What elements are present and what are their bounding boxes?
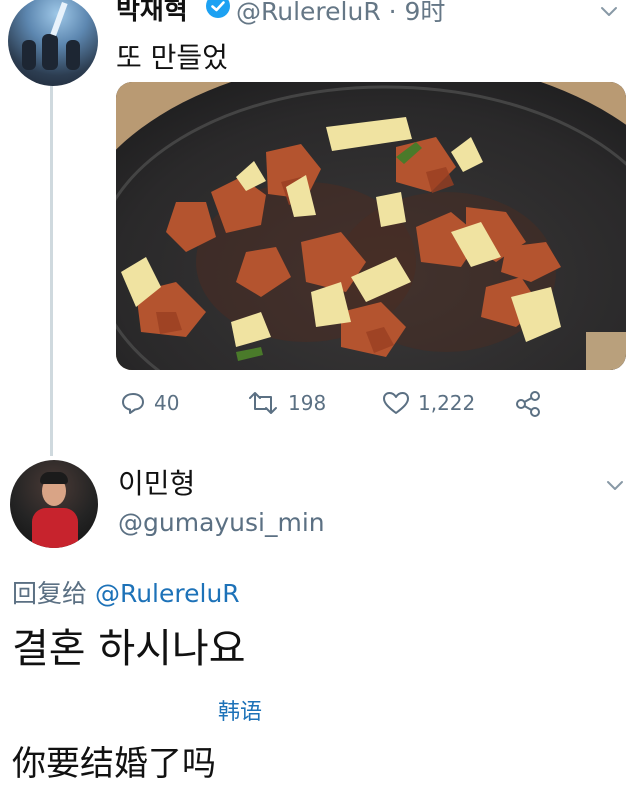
author-name[interactable]: 이민형 bbox=[118, 462, 195, 502]
avatar[interactable] bbox=[10, 460, 98, 548]
avatar[interactable] bbox=[8, 0, 98, 86]
replying-to: 回复给 @RulereluR bbox=[12, 574, 240, 610]
reply-button[interactable]: 40 bbox=[120, 390, 179, 416]
chevron-down-icon[interactable] bbox=[604, 474, 626, 496]
handle-and-time: @RulereluR · 9时 bbox=[236, 0, 446, 26]
like-count: 1,222 bbox=[418, 391, 476, 415]
retweet-icon bbox=[249, 392, 277, 414]
author-handle[interactable]: @gumayusi_min bbox=[118, 508, 325, 537]
reply-count: 40 bbox=[154, 391, 180, 415]
author-name[interactable]: 박재혁 bbox=[116, 0, 188, 27]
share-icon bbox=[516, 391, 540, 417]
retweet-count: 198 bbox=[288, 391, 327, 415]
tweet-photo[interactable] bbox=[116, 82, 626, 370]
replying-to-label: 回复给 bbox=[12, 579, 88, 608]
verified-badge-icon bbox=[206, 0, 230, 18]
translate-language-link[interactable]: 韩语 bbox=[218, 694, 262, 726]
tweet-text: 또 만들었 bbox=[116, 41, 228, 74]
reply-icon bbox=[122, 393, 144, 414]
reply-text: 결혼 하시나요 bbox=[12, 626, 246, 672]
replying-to-link[interactable]: @RulereluR bbox=[95, 579, 240, 608]
like-button[interactable]: 1,222 bbox=[382, 390, 475, 416]
tweet-actions: 40 198 1,222 bbox=[0, 390, 640, 420]
share-button[interactable] bbox=[514, 390, 542, 418]
like-icon bbox=[383, 392, 409, 414]
retweet-button[interactable]: 198 bbox=[246, 390, 326, 416]
chevron-down-icon[interactable] bbox=[598, 0, 620, 22]
translated-text: 你要结婚了吗 bbox=[12, 744, 216, 784]
